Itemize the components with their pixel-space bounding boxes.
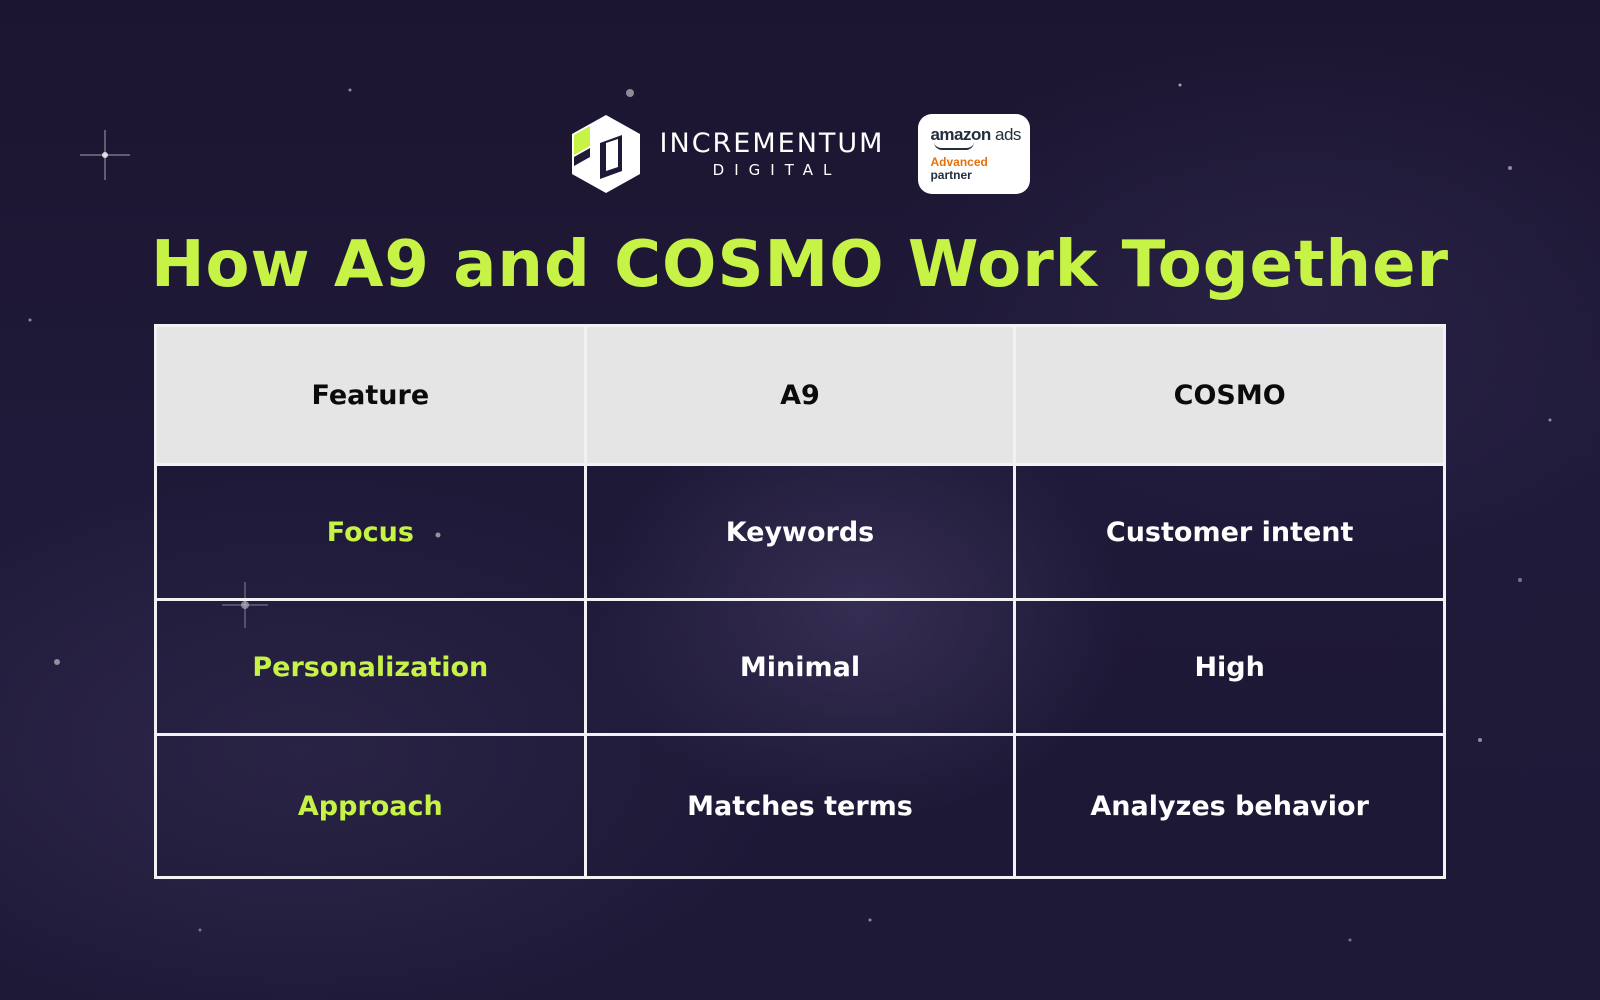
table-row: Focus Keywords Customer intent [154, 463, 1446, 601]
incrementum-hexagon-logo-icon [571, 115, 640, 193]
header: INCREMENTUM DIGITAL amazon ads Advanced … [0, 112, 1600, 196]
page-title: How A9 and COSMO Work Together [150, 228, 1450, 302]
a9-cell: Keywords [583, 463, 1017, 601]
cosmo-cell: Analyzes behavior [1013, 733, 1446, 879]
cosmo-cell: Customer intent [1013, 463, 1446, 601]
amazon-smile-icon [934, 142, 975, 150]
header-cosmo: COSMO [1013, 324, 1446, 466]
brand-name: INCREMENTUM [659, 128, 885, 159]
feature-cell: Focus [154, 463, 587, 601]
brand-logo: INCREMENTUM DIGITAL [570, 113, 885, 195]
brand-subtitle: DIGITAL [712, 161, 842, 179]
a9-cell: Minimal [583, 598, 1017, 736]
table-row: Approach Matches terms Analyzes behavior [154, 733, 1446, 879]
cosmo-cell: High [1013, 598, 1446, 736]
a9-cell: Matches terms [583, 733, 1017, 879]
feature-cell: Personalization [154, 598, 587, 736]
header-feature: Feature [154, 324, 587, 466]
partner-type: partner [930, 168, 972, 182]
amazon-ads-partner-badge: amazon ads Advanced partner [918, 114, 1031, 194]
table-header-row: Feature A9 COSMO [154, 324, 1446, 466]
feature-cell: Approach [154, 733, 587, 879]
comparison-table: Feature A9 COSMO Focus Keywords Customer… [154, 324, 1446, 879]
table-row: Personalization Minimal High [154, 598, 1446, 736]
header-a9: A9 [583, 324, 1017, 466]
